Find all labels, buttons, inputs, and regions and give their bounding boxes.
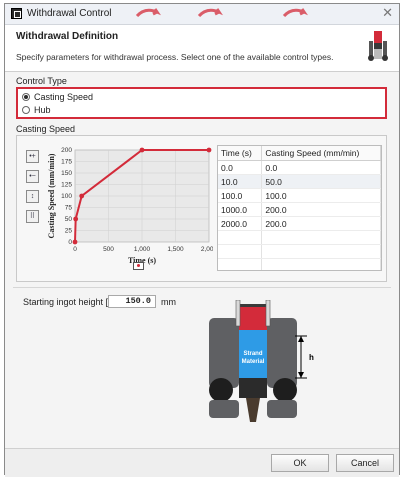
strand-mold-logo-icon: [368, 31, 388, 61]
table-row-empty[interactable]: [218, 258, 381, 270]
table-row[interactable]: 0.0 0.0: [218, 160, 381, 175]
y-tick-label: 150: [61, 170, 72, 177]
remove-point-icon[interactable]: •−: [26, 170, 39, 183]
x-tick-label: 2,000: [201, 246, 213, 253]
starter-block: [239, 378, 267, 398]
header-panel: Withdrawal Definition Specify parameters…: [5, 25, 399, 72]
control-type-group: Casting Speed Hub: [16, 87, 387, 119]
page-title: Withdrawal Definition: [16, 31, 119, 42]
table-cell[interactable]: 0.0: [218, 160, 263, 175]
divider: [13, 287, 391, 288]
x-tick-label: 1,500: [167, 246, 184, 253]
dummy-bar: [246, 398, 260, 422]
data-point[interactable]: [206, 147, 212, 153]
table-cell[interactable]: 2000.0: [218, 216, 263, 231]
table-row[interactable]: 1000.0 200.0: [218, 202, 381, 217]
data-point[interactable]: [72, 239, 78, 245]
column-header: Casting Speed (mm/min): [261, 146, 381, 161]
x-tick-label: 500: [103, 246, 114, 253]
close-icon[interactable]: ✕: [382, 5, 393, 21]
material-label: Material: [242, 359, 265, 365]
casting-speed-chart[interactable]: 0 500 1,000 1,500 2,000 0 25 50 75 100 125 150 175 20…: [45, 142, 213, 270]
molten-metal: [239, 304, 267, 334]
height-label: h: [309, 353, 314, 362]
control-type-label: Control Type: [16, 76, 67, 86]
decorative-arrow-icon: [135, 8, 161, 18]
ingot-height-label: Starting ingot height [h]: [23, 297, 116, 307]
mold-right-wall: [267, 318, 297, 388]
radio-casting-speed-label: Casting Speed: [34, 92, 94, 102]
ingot-height-input[interactable]: 150.0: [108, 295, 156, 308]
column-header: Time (s): [218, 146, 263, 161]
app-icon: [11, 8, 22, 19]
y-tick-label: 200: [61, 147, 72, 154]
window-title: Withdrawal Control: [27, 8, 112, 19]
radio-unselected-icon: [22, 106, 30, 114]
withdrawal-control-window: Withdrawal Control ✕ Withdrawal Definiti…: [4, 3, 400, 477]
casting-speed-table[interactable]: Time (s) Casting Speed (mm/min) 0.0 0.0 1…: [217, 145, 382, 271]
casting-speed-label: Casting Speed: [16, 124, 76, 134]
y-tick-label: 75: [65, 205, 73, 212]
table-cell[interactable]: 200.0: [261, 216, 381, 231]
radio-hub-label: Hub: [34, 105, 51, 115]
y-tick-label: 50: [65, 216, 73, 223]
table-row[interactable]: 2000.0 200.0: [218, 216, 381, 231]
y-tick-label: 125: [61, 182, 72, 189]
table-cell[interactable]: 1000.0: [218, 202, 263, 217]
y-tick-label: 100: [61, 193, 72, 200]
y-tick-label: 25: [65, 228, 73, 235]
y-tick-label: 0: [68, 239, 72, 246]
title-bar: Withdrawal Control ✕: [5, 4, 399, 25]
mold-left-wall: [209, 318, 239, 388]
decorative-arrow-icon: [282, 8, 308, 18]
data-point[interactable]: [139, 147, 145, 153]
roller-icon: [273, 378, 297, 402]
button-bar: OK Cancel: [5, 448, 399, 477]
y-axis-label: Casting Speed (mm/min): [47, 153, 56, 238]
add-point-icon[interactable]: •+: [26, 150, 39, 163]
radio-hub[interactable]: Hub: [22, 105, 51, 115]
radio-selected-icon: [22, 93, 30, 101]
table-row[interactable]: 10.0 50.0: [218, 174, 381, 189]
data-point[interactable]: [73, 216, 79, 222]
x-tick-label: 1,000: [134, 246, 151, 253]
page-subtitle: Specify parameters for withdrawal proces…: [16, 52, 334, 62]
ok-button[interactable]: OK: [271, 454, 329, 472]
table-row-empty[interactable]: [218, 244, 381, 259]
decorative-arrow-icon: [197, 8, 223, 18]
table-cell[interactable]: 10.0: [218, 174, 263, 189]
radio-casting-speed[interactable]: Casting Speed: [22, 92, 93, 102]
data-point[interactable]: [79, 193, 85, 199]
table-cell[interactable]: 100.0: [261, 188, 381, 203]
mold-diagram: Strand Material h: [209, 300, 314, 422]
table-cell[interactable]: 200.0: [261, 202, 381, 217]
grid-points-icon[interactable]: ⠿: [26, 210, 39, 223]
table-row-empty[interactable]: [218, 230, 381, 245]
table-row[interactable]: 100.0 100.0: [218, 188, 381, 203]
strand-label: Strand: [243, 351, 262, 357]
move-point-icon[interactable]: ↕: [26, 190, 39, 203]
roller-icon: [209, 378, 233, 402]
chart-legend-marker: [133, 262, 144, 270]
table-cell[interactable]: 50.0: [261, 174, 381, 189]
ingot-height-unit: mm: [161, 297, 176, 307]
casting-speed-panel: •+ •− ↕ ⠿ 0 500 1,000 1,500 2,000 0 25 50 75 100 1…: [16, 135, 387, 282]
table-cell[interactable]: 0.0: [261, 160, 381, 175]
table-header-row: Time (s) Casting Speed (mm/min): [218, 146, 381, 161]
table-cell[interactable]: 100.0: [218, 188, 263, 203]
cancel-button[interactable]: Cancel: [336, 454, 394, 472]
x-tick-label: 0: [73, 246, 77, 253]
y-tick-label: 175: [61, 159, 72, 166]
